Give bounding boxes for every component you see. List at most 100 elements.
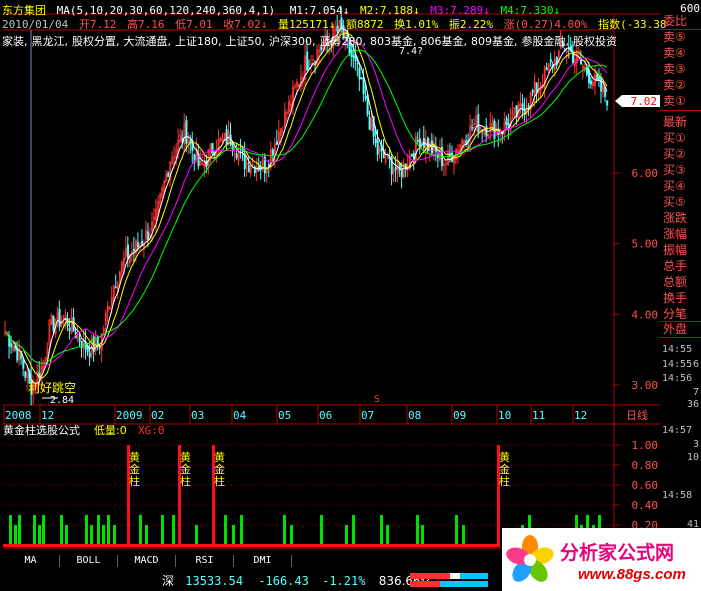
candle-body[interactable] [598,76,601,80]
quote-panel-item[interactable]: 总手 [660,258,701,274]
quote-panel-item[interactable]: 卖① [660,93,701,109]
volume-signal-bar[interactable] [421,525,424,545]
quote-panel-item[interactable]: 涨跌 [660,210,701,226]
volume-signal-bar[interactable] [352,515,355,545]
concept-tag[interactable]: 黑龙江, [32,35,69,47]
volume-signal-bar[interactable] [18,515,21,545]
candle-body[interactable] [410,154,413,157]
candle-body[interactable] [137,242,140,247]
quote-panel-item[interactable]: 委比 [660,13,701,29]
candle-body[interactable] [358,67,361,80]
volume-signal-bar[interactable] [172,515,175,545]
candle-body[interactable] [127,244,130,259]
tab-dmi[interactable]: DMI [234,555,292,567]
candle-body[interactable] [68,327,71,331]
candle-body[interactable] [360,77,363,80]
volume-signal-bar[interactable] [195,525,198,545]
candle-body[interactable] [247,165,250,173]
concept-tag[interactable]: 大流通盘, [124,35,172,47]
concept-tag[interactable]: 803基金, [370,35,417,47]
candle-body[interactable] [549,59,552,63]
quote-panel-item[interactable]: 买④ [660,178,701,194]
volume-signal-bar[interactable] [283,515,286,545]
volume-signal-bar[interactable] [60,515,63,545]
candle-body[interactable] [368,116,371,130]
volume-signal-bar[interactable] [9,515,12,545]
quote-panel-item[interactable]: 分笔 [660,306,701,322]
concept-tag[interactable]: 家装, [2,35,28,47]
candle-body[interactable] [276,141,279,145]
volume-signal-bar[interactable] [65,525,68,545]
volume-signal-bar[interactable] [224,515,227,545]
candle-body[interactable] [356,62,359,65]
concept-tag[interactable]: 上证180, [175,35,222,47]
volume-signal-bar[interactable] [33,515,36,545]
volume-signal-bar[interactable] [102,525,105,545]
candle-body[interactable] [376,140,379,155]
volume-signal-bar[interactable] [113,525,116,545]
quote-panel-item[interactable]: 振幅 [660,242,701,258]
candle-body[interactable] [531,89,534,93]
candlestick-chart[interactable]: 6.005.004.003.007.026002008 12 2009 02 03 04 0… [0,0,701,425]
tab-rsi[interactable]: RSI [176,555,234,567]
tab-boll[interactable]: BOLL [60,555,118,567]
quote-panel-item[interactable]: 买① [660,130,701,146]
tab-macd[interactable]: MACD [118,555,176,567]
concept-tag[interactable]: 股权投资 [573,35,617,47]
volume-signal-bar[interactable] [380,515,383,545]
volume-signal-bar[interactable] [97,515,100,545]
candle-body[interactable] [606,100,609,106]
volume-signal-bar[interactable] [320,515,323,545]
candle-body[interactable] [427,137,430,152]
concept-tag[interactable]: 股权分置, [72,35,120,47]
volume-signal-bar[interactable] [455,515,458,545]
quote-panel-item[interactable]: 最新 [660,114,701,130]
volume-signal-bar[interactable] [345,525,348,545]
candle-body[interactable] [471,127,474,129]
volume-signal-bar[interactable] [240,515,243,545]
quote-panel-item[interactable]: 换手 [660,290,701,306]
candle-body[interactable] [374,138,377,143]
concept-tag[interactable]: 809基金, [471,35,518,47]
concept-tag[interactable]: 参股金融, [522,35,570,47]
candle-body[interactable] [505,118,508,125]
candle-body[interactable] [320,46,323,51]
candle-body[interactable] [52,316,55,332]
candle-body[interactable] [362,77,365,95]
volume-signal-bar[interactable] [232,525,235,545]
quote-panel-item[interactable]: 卖④ [660,45,701,61]
quote-panel-item[interactable]: 卖③ [660,61,701,77]
concept-tag[interactable]: 806基金, [421,35,468,47]
candle-body[interactable] [271,149,274,156]
candle-body[interactable] [167,172,170,177]
volume-signal-bar[interactable] [38,525,41,545]
candle-body[interactable] [211,142,214,155]
concept-tag[interactable]: 沪深300, [269,35,316,47]
candle-body[interactable] [306,51,309,71]
volume-signal-bar[interactable] [90,525,93,545]
candle-body[interactable] [596,74,599,81]
candle-body[interactable] [10,343,13,348]
candle-body[interactable] [147,231,150,241]
candle-body[interactable] [181,137,184,141]
volume-signal-bar[interactable] [161,515,164,545]
concept-tag[interactable]: 上证50, [226,35,266,47]
quote-panel-item[interactable]: 外盘 [660,321,701,337]
candle-body[interactable] [185,119,188,144]
concept-tag[interactable]: 蓝筹280, [320,35,367,47]
volume-signal-bar[interactable] [462,525,465,545]
volume-signal-bar[interactable] [14,525,17,545]
volume-signal-bar[interactable] [42,515,45,545]
candle-body[interactable] [257,165,260,171]
candle-body[interactable] [580,59,583,65]
candle-body[interactable] [352,55,355,58]
quote-panel-item[interactable]: 总额 [660,274,701,290]
candle-body[interactable] [477,114,480,133]
tab-ma[interactable]: MA [2,555,60,567]
candle-body[interactable] [189,139,192,143]
candle-body[interactable] [58,308,61,327]
volume-signal-bar[interactable] [145,525,148,545]
candle-body[interactable] [416,140,419,142]
candle-body[interactable] [78,338,81,342]
logo-url[interactable]: www.88gs.com [578,566,686,583]
